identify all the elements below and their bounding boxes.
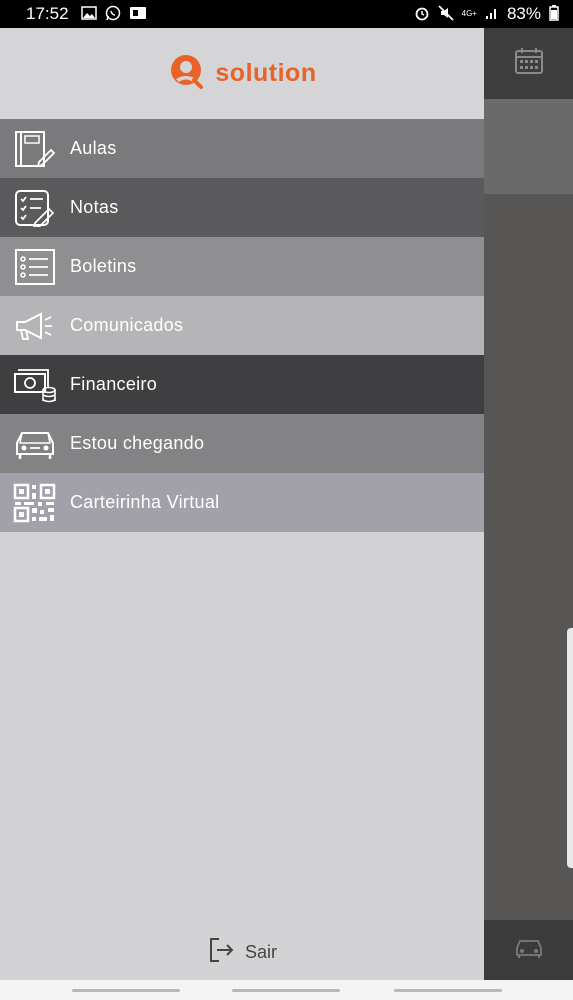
whatsapp-icon [105, 5, 121, 23]
network-type-label: 4G+ [461, 9, 477, 18]
sim-card-icon [129, 6, 147, 22]
menu-item-estou-chegando[interactable]: Estou chegando [0, 414, 484, 473]
money-icon [12, 365, 58, 405]
nav-back-button[interactable] [394, 989, 502, 992]
menu-label-boletins: Boletins [70, 256, 137, 276]
menu-item-financeiro[interactable]: Financeiro [0, 355, 484, 414]
drawer-header: solution [0, 28, 484, 119]
status-bar: 17:52 4G+ 83% [0, 0, 573, 28]
system-nav-bar [0, 980, 573, 1000]
logout-button[interactable]: Sair [0, 934, 484, 970]
menu-label-carteirinha-virtual: Carteirinha Virtual [70, 492, 220, 512]
signal-icon [485, 6, 499, 22]
qr-code-icon [12, 483, 58, 523]
background-header [484, 28, 573, 99]
menu-item-aulas[interactable]: Aulas [0, 119, 484, 178]
menu-item-carteirinha-virtual[interactable]: Carteirinha Virtual [0, 473, 484, 532]
menu-label-estou-chegando: Estou chegando [70, 433, 205, 453]
brand-name: solution [215, 59, 317, 87]
mute-icon [437, 5, 454, 23]
scroll-handle[interactable] [567, 628, 573, 868]
menu-label-aulas: Aulas [70, 138, 117, 158]
menu-item-comunicados[interactable]: Comunicados [0, 296, 484, 355]
logout-icon [207, 936, 235, 969]
car-icon[interactable] [513, 937, 545, 964]
calendar-icon[interactable] [514, 47, 544, 80]
checklist-edit-icon [12, 188, 58, 228]
battery-percent: 83% [506, 4, 541, 23]
status-time: 17:52 [26, 4, 69, 23]
nav-recent-button[interactable] [72, 989, 180, 992]
navigation-drawer: solution Aulas Notas Boletins Comunicado… [0, 28, 484, 980]
drawer-menu: Aulas Notas Boletins Comunicados Finance… [0, 119, 484, 532]
background-bottom-bar [484, 920, 573, 980]
background-band [484, 99, 573, 194]
alarm-icon [414, 5, 430, 23]
megaphone-icon [12, 306, 58, 346]
logout-label: Sair [244, 941, 277, 962]
brand-logo: solution [167, 53, 316, 94]
menu-item-boletins[interactable]: Boletins [0, 237, 484, 296]
menu-label-comunicados: Comunicados [70, 315, 184, 335]
image-icon [80, 6, 97, 22]
menu-label-notas: Notas [70, 197, 119, 217]
background-app [484, 28, 573, 980]
notebook-icon [12, 129, 58, 169]
menu-label-financeiro: Financeiro [70, 374, 158, 394]
nav-home-button[interactable] [232, 989, 340, 992]
list-icon [12, 247, 58, 287]
solution-logo-icon [167, 53, 207, 94]
car-icon [12, 424, 58, 464]
menu-item-notas[interactable]: Notas [0, 178, 484, 237]
battery-icon [549, 5, 559, 23]
